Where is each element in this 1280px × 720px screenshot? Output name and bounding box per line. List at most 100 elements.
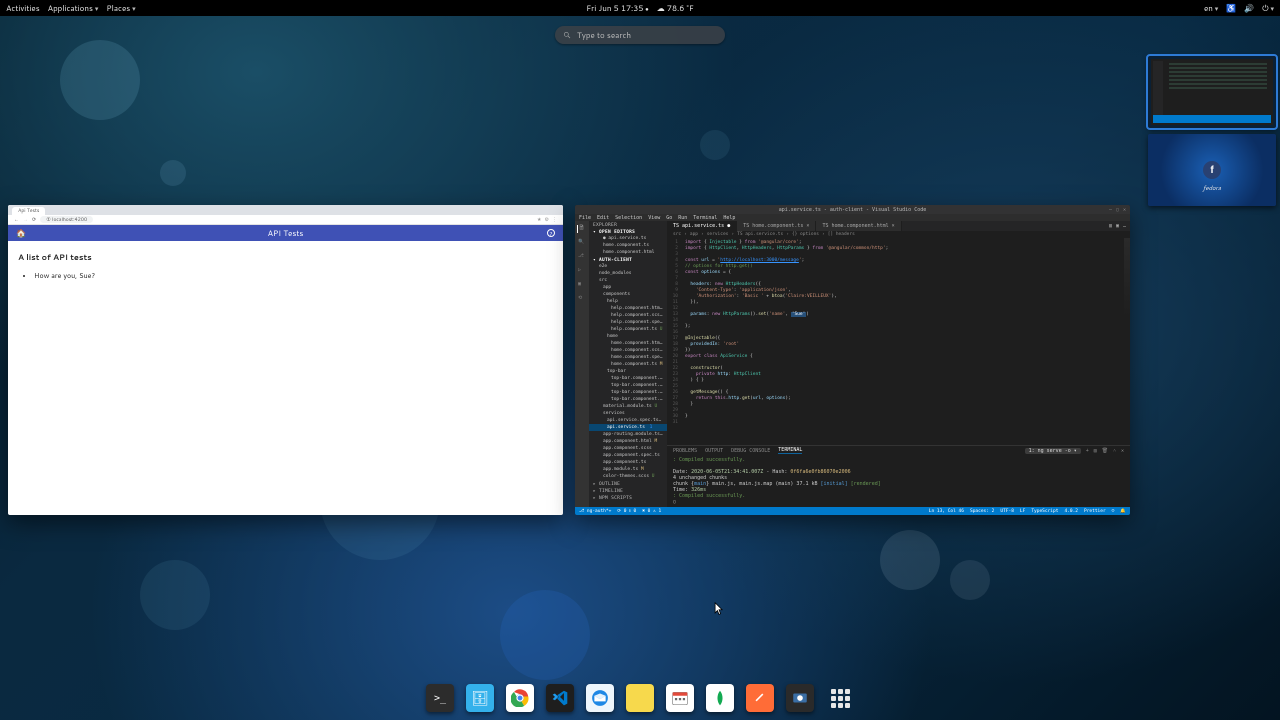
source-control-icon[interactable]: ⎇ — [578, 253, 586, 261]
dock-show-applications[interactable] — [826, 684, 854, 712]
status-item[interactable]: Ln 13, Col 46 — [929, 509, 964, 514]
panel-tab-problems[interactable]: PROBLEMS — [673, 448, 697, 454]
tree-item[interactable]: home.component.ts — [589, 361, 667, 368]
remote-icon[interactable]: ⟲ — [578, 295, 586, 303]
workspace-thumb-2[interactable]: f fedora — [1148, 134, 1276, 206]
open-editor-item[interactable]: home.component.ts — [589, 242, 667, 249]
dock-notes[interactable] — [626, 684, 654, 712]
outline-header[interactable]: ▸ OUTLINE — [589, 480, 667, 487]
panel-tabs[interactable]: PROBLEMSOUTPUTDEBUG CONSOLETERMINAL1: ng… — [667, 446, 1130, 455]
status-item[interactable]: 4.0.2 — [1064, 509, 1078, 514]
tree-item[interactable]: help.component.html — [589, 305, 667, 312]
tree-item[interactable]: material.module.ts — [589, 403, 667, 410]
terminal-selector[interactable]: 1: ng serve -o ▾ — [1025, 448, 1081, 454]
window-browser[interactable]: Api Tests ← → ⟳ ① localhost:4200 ★⚙⋮ 🏠 A… — [8, 205, 563, 515]
terminal-output[interactable]: : Compiled successfully. Date: 2020-06-0… — [667, 455, 1130, 507]
status-item[interactable]: Spaces: 2 — [970, 509, 994, 514]
nav-forward-icon[interactable]: → — [23, 216, 28, 223]
code-content[interactable]: import { Injectable } from '@angular/cor… — [681, 238, 1130, 445]
status-item[interactable]: TypeScript — [1031, 509, 1058, 514]
dock-vscode[interactable] — [546, 684, 574, 712]
tab-action-icon[interactable]: … — [1123, 223, 1126, 229]
tree-item[interactable]: e2e — [589, 263, 667, 270]
accessibility-icon[interactable]: ♿ — [1226, 2, 1236, 14]
editor-tab[interactable]: TS home.component.ts × — [737, 221, 816, 231]
panel-tab-output[interactable]: OUTPUT — [705, 448, 723, 454]
breadcrumb-segment[interactable]: {} options — [792, 232, 819, 237]
tree-item[interactable]: app.component.html — [589, 438, 667, 445]
window-close-icon[interactable]: ✕ — [1123, 207, 1126, 213]
dock-postman[interactable] — [746, 684, 774, 712]
tree-item[interactable]: help.component.scss — [589, 312, 667, 319]
nav-reload-icon[interactable]: ⟳ — [32, 216, 36, 223]
breadcrumb[interactable]: src›app›services›TS api.service.ts›{} op… — [667, 231, 1130, 238]
applications-menu[interactable]: Applications — [48, 2, 99, 14]
tree-item[interactable]: top-bar.component.html — [589, 375, 667, 382]
breadcrumb-segment[interactable]: src — [673, 232, 681, 237]
editor-tab[interactable]: TS home.component.html × — [816, 221, 901, 231]
home-icon[interactable]: 🏠 — [16, 227, 26, 239]
tree-item[interactable]: api.service.spec.ts — [589, 417, 667, 424]
clock[interactable]: Fri Jun 5 17:35 — [586, 2, 648, 14]
tree-item[interactable]: src — [589, 277, 667, 284]
project-header[interactable]: ▾ AUTH-CLIENT — [589, 256, 667, 263]
panel-action-icon[interactable]: ✕ — [1121, 448, 1124, 454]
dock-screenshot[interactable] — [786, 684, 814, 712]
tree-item[interactable]: app.component.scss — [589, 445, 667, 452]
status-bar[interactable]: ⎇ ng-auth*+⟳ 0 ⭳ 0✖ 0 ⚠ 1 Ln 13, Col 46S… — [575, 507, 1130, 515]
browser-tab[interactable]: Api Tests — [12, 207, 45, 215]
menu-item-terminal[interactable]: Terminal — [693, 215, 717, 221]
tree-item[interactable]: home — [589, 333, 667, 340]
dock-calendar[interactable] — [666, 684, 694, 712]
npm-scripts-header[interactable]: ▸ NPM SCRIPTS — [589, 494, 667, 501]
tree-item[interactable]: app — [589, 284, 667, 291]
dock-terminal[interactable]: >_ — [426, 684, 454, 712]
tree-item[interactable]: home.component.html — [589, 340, 667, 347]
input-language[interactable]: en — [1204, 2, 1218, 14]
places-menu[interactable]: Places — [106, 2, 135, 14]
status-item[interactable]: ⎇ ng-auth*+ — [579, 507, 611, 515]
menu-item-help[interactable]: Help — [723, 215, 735, 221]
nav-back-icon[interactable]: ← — [14, 216, 19, 223]
menu-item-file[interactable]: File — [579, 215, 591, 221]
help-icon[interactable]: ? — [547, 229, 555, 237]
open-editor-item[interactable]: ● api.service.ts — [589, 235, 667, 242]
workspace-thumb-1[interactable] — [1148, 56, 1276, 128]
menu-item-edit[interactable]: Edit — [597, 215, 609, 221]
tree-item[interactable]: top-bar.component.spec.ts — [589, 389, 667, 396]
menu-item-go[interactable]: Go — [666, 215, 672, 221]
weather-indicator[interactable]: ☁ 78.6 °F — [657, 2, 694, 14]
dock-chrome[interactable] — [506, 684, 534, 712]
vscode-menubar[interactable]: FileEditSelectionViewGoRunTerminalHelp — [575, 214, 1130, 221]
breadcrumb-segment[interactable]: [] headers — [828, 232, 855, 237]
breadcrumb-segment[interactable]: TS api.service.ts — [737, 232, 783, 237]
status-item[interactable]: ✖ 0 ⚠ 1 — [642, 507, 661, 515]
dock-files[interactable]: 🗄 — [466, 684, 494, 712]
extension-icons[interactable]: ★⚙⋮ — [534, 216, 557, 223]
timeline-header[interactable]: ▸ TIMELINE — [589, 487, 667, 494]
tree-item[interactable]: services — [589, 410, 667, 417]
bottom-panel[interactable]: PROBLEMSOUTPUTDEBUG CONSOLETERMINAL1: ng… — [667, 445, 1130, 507]
tab-action-icon[interactable]: ▣ — [1116, 223, 1119, 229]
tree-item[interactable]: top-bar.component.scss — [589, 382, 667, 389]
tree-item[interactable]: app.module.ts — [589, 466, 667, 473]
status-item[interactable]: Prettier — [1084, 509, 1106, 514]
dock-robo3t[interactable] — [706, 684, 734, 712]
tree-item[interactable]: components — [589, 291, 667, 298]
search-icon[interactable]: 🔍 — [578, 239, 586, 247]
workspace-switcher[interactable]: f fedora — [1148, 56, 1276, 206]
open-editors-header[interactable]: ▾ OPEN EDITORS — [589, 228, 667, 235]
explorer-icon[interactable]: 🗎 — [577, 225, 585, 233]
editor-area[interactable]: 1234567891011121314151617181920212223242… — [667, 238, 1130, 445]
menu-item-view[interactable]: View — [648, 215, 660, 221]
window-minimize-icon[interactable]: — — [1109, 207, 1112, 213]
activity-bar[interactable]: 🗎 🔍 ⎇ ▷ ▣ ⟲ — [575, 221, 589, 507]
status-item[interactable]: UTF-8 — [1000, 509, 1014, 514]
run-debug-icon[interactable]: ▷ — [578, 267, 586, 275]
tree-item[interactable]: home.component.scss — [589, 347, 667, 354]
breadcrumb-segment[interactable]: services — [707, 232, 729, 237]
tree-item[interactable]: help.component.spec.ts — [589, 319, 667, 326]
tree-item[interactable]: home.component.spec.ts — [589, 354, 667, 361]
panel-action-icon[interactable]: ▥ — [1094, 448, 1097, 454]
status-item[interactable]: LF — [1020, 509, 1025, 514]
